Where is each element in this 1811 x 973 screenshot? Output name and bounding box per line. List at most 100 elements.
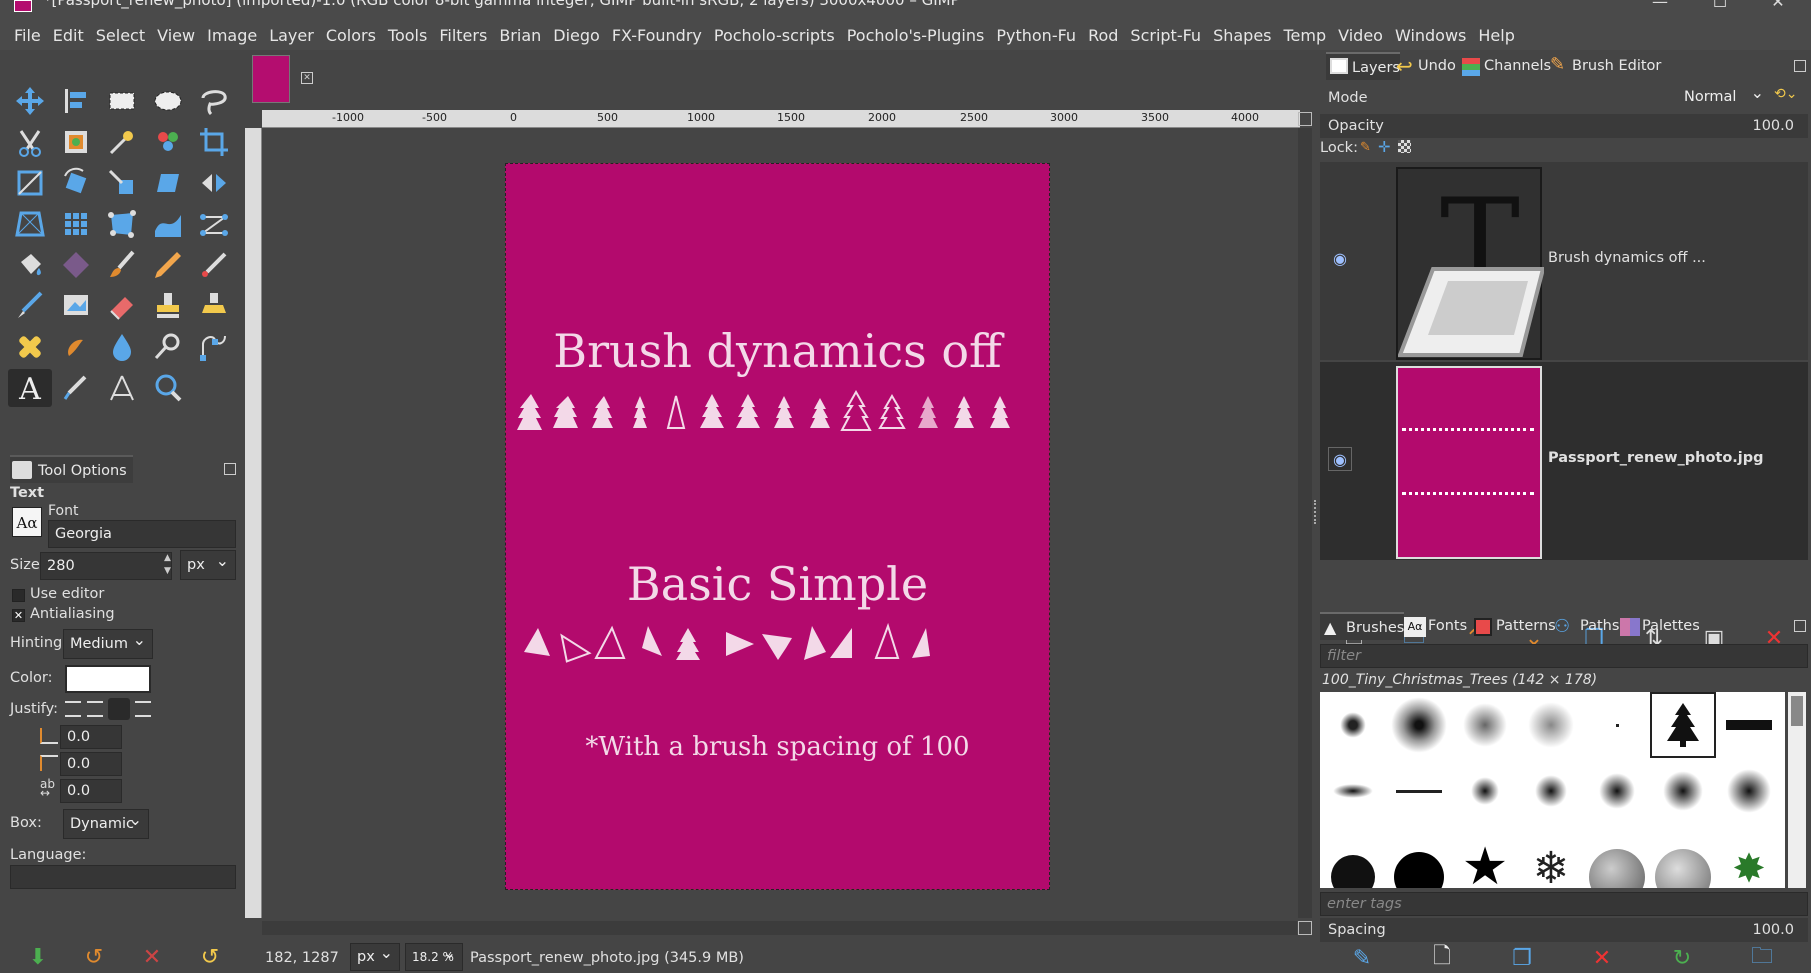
brush-blur-xl-icon[interactable] bbox=[1650, 758, 1716, 824]
smudge-tool-icon[interactable] bbox=[54, 328, 98, 366]
edit-brush-icon[interactable]: ✎ bbox=[1348, 944, 1376, 972]
save-options-icon[interactable]: ⬇ bbox=[24, 943, 52, 971]
menu-windows[interactable]: Windows bbox=[1389, 22, 1472, 50]
brush-tags-input[interactable]: enter tags bbox=[1320, 892, 1808, 916]
rect-select-icon[interactable] bbox=[100, 82, 144, 120]
menu-video[interactable]: Video bbox=[1332, 22, 1389, 50]
language-input[interactable] bbox=[10, 865, 236, 889]
menu-file[interactable]: File bbox=[0, 22, 47, 50]
foreground-select-icon[interactable] bbox=[54, 123, 98, 161]
reset-options-icon[interactable]: ↺ bbox=[196, 943, 224, 971]
rotate-tool-icon[interactable] bbox=[54, 164, 98, 202]
lock-position-icon[interactable]: ✛ bbox=[1378, 138, 1391, 156]
handle-transform-icon[interactable] bbox=[192, 205, 236, 243]
visibility-eye-icon[interactable]: ◉ bbox=[1328, 447, 1352, 471]
new-brush-icon[interactable]: 🗋 bbox=[1428, 944, 1456, 972]
justify-left-icon[interactable] bbox=[65, 701, 81, 717]
measure-tool-icon[interactable] bbox=[100, 369, 144, 407]
layer-row[interactable]: ◉ T Brush dynamics off ... bbox=[1320, 162, 1808, 360]
menu-view[interactable]: View bbox=[151, 22, 201, 50]
brush-circle-icon[interactable] bbox=[1386, 824, 1452, 888]
visibility-eye-icon[interactable]: ◉ bbox=[1328, 247, 1352, 271]
close-tab-icon[interactable]: ✕ bbox=[301, 72, 313, 84]
menu-image[interactable]: Image bbox=[201, 22, 263, 50]
clone-stamp-icon[interactable] bbox=[146, 287, 190, 325]
letter-spacing-input[interactable]: 0.0 bbox=[60, 779, 122, 803]
use-editor-checkbox[interactable] bbox=[12, 589, 25, 602]
text-tool-icon[interactable]: A bbox=[8, 369, 52, 407]
menu-colors[interactable]: Colors bbox=[320, 22, 382, 50]
perspective-tool-icon[interactable] bbox=[8, 205, 52, 243]
brush-blur-medium-icon[interactable] bbox=[1518, 758, 1584, 824]
ruler-vertical[interactable] bbox=[245, 128, 262, 918]
menu-select[interactable]: Select bbox=[90, 22, 151, 50]
menu-pocholo-scripts[interactable]: Pocholo-scripts bbox=[708, 22, 841, 50]
color-picker-icon[interactable] bbox=[54, 369, 98, 407]
crop-tool-icon[interactable] bbox=[192, 123, 236, 161]
warp-transform-icon[interactable] bbox=[146, 205, 190, 243]
menu-diego[interactable]: Diego bbox=[547, 22, 606, 50]
mode-reset-icon[interactable]: ⟲⌄ bbox=[1774, 86, 1797, 102]
font-input[interactable]: Georgia bbox=[48, 520, 236, 548]
open-brush-as-image-icon[interactable]: 🗀 bbox=[1748, 944, 1776, 972]
restore-options-icon[interactable]: ↺ bbox=[80, 943, 108, 971]
3d-transform-icon[interactable] bbox=[54, 205, 98, 243]
brush-thin-line-icon[interactable] bbox=[1386, 758, 1452, 824]
scissors-select-icon[interactable] bbox=[8, 123, 52, 161]
navigate-image-button[interactable] bbox=[1298, 921, 1312, 935]
brush-grid[interactable]: ★ ❄ ✸ bbox=[1320, 692, 1785, 888]
mypaint-brush-icon[interactable] bbox=[54, 287, 98, 325]
brush-soft-icon[interactable] bbox=[1518, 692, 1584, 758]
pencil-icon[interactable] bbox=[146, 246, 190, 284]
size-input[interactable]: 280 bbox=[40, 552, 172, 580]
layer-name[interactable]: Brush dynamics off ... bbox=[1548, 250, 1706, 266]
spacing-slider[interactable]: Spacing 100.0 bbox=[1320, 918, 1808, 942]
cage-transform-icon[interactable] bbox=[100, 205, 144, 243]
brush-star-icon[interactable] bbox=[1320, 692, 1386, 758]
free-select-icon[interactable] bbox=[192, 82, 236, 120]
menu-layer[interactable]: Layer bbox=[263, 22, 320, 50]
menu-temp[interactable]: Temp bbox=[1278, 22, 1333, 50]
dock-menu-icon[interactable] bbox=[1794, 60, 1806, 72]
refresh-brushes-icon[interactable]: ↻ bbox=[1668, 944, 1696, 972]
menu-python-fu[interactable]: Python-Fu bbox=[990, 22, 1082, 50]
menu-filters[interactable]: Filters bbox=[433, 22, 493, 50]
gradient-tool-icon[interactable] bbox=[54, 246, 98, 284]
brush-pixel-icon[interactable] bbox=[1584, 692, 1650, 758]
brush-blur-small-icon[interactable] bbox=[1452, 758, 1518, 824]
ruler-horizontal[interactable]: -1000 -500 0 500 1000 1500 2000 2500 300… bbox=[262, 110, 1300, 128]
menu-brian[interactable]: Brian bbox=[493, 22, 547, 50]
brush-sphere-2-icon[interactable] bbox=[1650, 824, 1716, 888]
brush-blur-large-icon[interactable] bbox=[1584, 758, 1650, 824]
shear-tool-icon[interactable] bbox=[146, 164, 190, 202]
paintbrush-icon[interactable] bbox=[100, 246, 144, 284]
justify-right-icon[interactable] bbox=[87, 701, 103, 717]
antialiasing-checkbox[interactable]: ✕ bbox=[12, 609, 25, 622]
line-spacing-input[interactable]: 0.0 bbox=[60, 752, 122, 776]
brush-blur-xxl-icon[interactable] bbox=[1716, 758, 1782, 824]
brush-oval-icon[interactable] bbox=[1320, 758, 1386, 824]
layer-name[interactable]: Passport_renew_photo.jpg bbox=[1548, 450, 1764, 466]
minimize-icon[interactable]: — bbox=[1640, 0, 1680, 14]
bucket-fill-icon[interactable] bbox=[8, 246, 52, 284]
font-preview-icon[interactable]: Aα bbox=[12, 507, 42, 537]
layer-row-active[interactable]: ◉ Passport_renew_photo.jpg bbox=[1320, 362, 1808, 560]
menu-edit[interactable]: Edit bbox=[47, 22, 90, 50]
justify-fill-icon[interactable] bbox=[135, 701, 151, 717]
ellipse-select-icon[interactable] bbox=[146, 82, 190, 120]
menu-tools[interactable]: Tools bbox=[382, 22, 433, 50]
unified-transform-icon[interactable] bbox=[8, 164, 52, 202]
paths-tool-icon[interactable] bbox=[192, 328, 236, 366]
image-canvas[interactable]: Brush dynamics off Basic Simple *With a … bbox=[505, 163, 1050, 890]
brush-line-icon[interactable] bbox=[1716, 692, 1782, 758]
lock-alpha-icon[interactable] bbox=[1398, 140, 1411, 153]
brush-sparks-icon[interactable] bbox=[1386, 692, 1452, 758]
perspective-clone-icon[interactable] bbox=[192, 287, 236, 325]
menu-pocholos-plugins[interactable]: Pocholo's-Plugins bbox=[841, 22, 991, 50]
brush-star-shape-icon[interactable]: ★ bbox=[1452, 824, 1518, 888]
airbrush-icon[interactable] bbox=[192, 246, 236, 284]
scale-tool-icon[interactable] bbox=[100, 164, 144, 202]
fuzzy-select-icon[interactable] bbox=[100, 123, 144, 161]
heal-tool-icon[interactable] bbox=[8, 328, 52, 366]
brush-hardness-icon[interactable] bbox=[1320, 824, 1386, 888]
